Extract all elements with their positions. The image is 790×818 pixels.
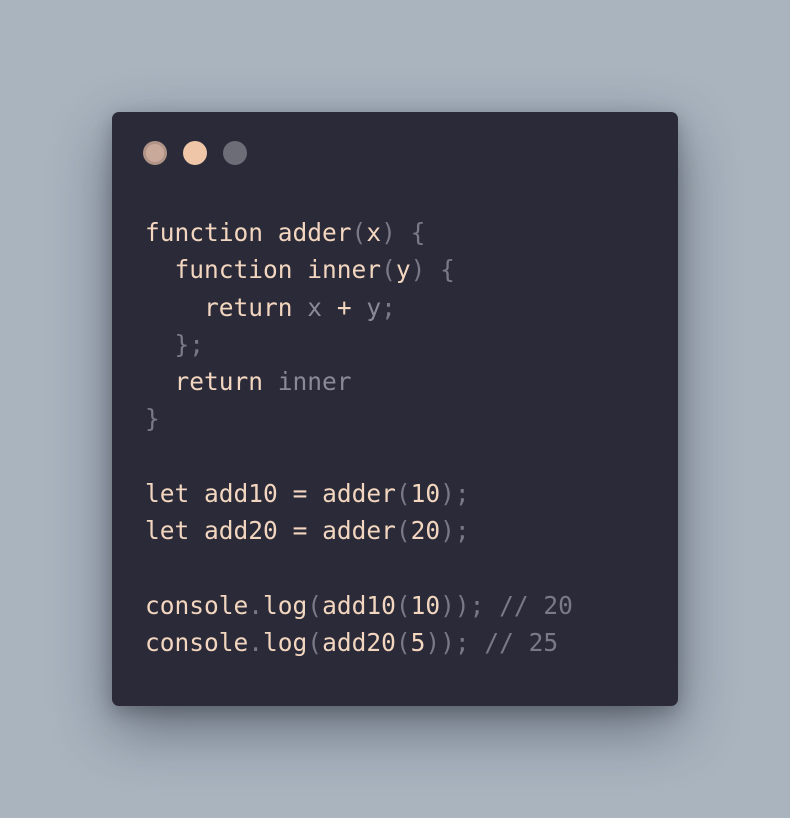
code-line: let add10 = adder(10); [145, 475, 573, 512]
code-line: console.log(add10(10)); // 20 [145, 587, 573, 624]
code-keyword: let [145, 479, 190, 509]
code-line: } [145, 400, 573, 437]
code-punctuation: )); [425, 628, 470, 658]
code-block: function adder(x) { function inner(y) { … [145, 214, 573, 662]
code-punctuation: ( [395, 628, 411, 658]
code-keyword: return [174, 367, 264, 397]
code-identifier: add20 [322, 628, 396, 658]
code-identifier: y [395, 255, 411, 285]
code-identifier: inner [307, 255, 382, 285]
code-line: return x + y; [145, 289, 573, 326]
code-identifier: y [366, 292, 382, 322]
code-line: let add20 = adder(20); [145, 512, 573, 549]
close-dot-icon[interactable] [143, 141, 167, 165]
code-number: 10 [410, 479, 441, 509]
code-keyword: let [145, 516, 190, 546]
code-keyword: function [145, 218, 264, 247]
code-punctuation: { [410, 218, 426, 247]
code-identifier: = [292, 516, 308, 546]
code-punctuation: ); [440, 479, 470, 509]
code-identifier: = [292, 479, 308, 509]
code-punctuation: ( [307, 628, 323, 658]
maximize-dot-icon[interactable] [223, 141, 247, 165]
code-punctuation: ) [381, 218, 396, 247]
code-punctuation: ( [395, 516, 411, 546]
code-identifier: add10 [322, 590, 396, 620]
code-identifier: adder [322, 516, 396, 546]
code-identifier: log [263, 590, 308, 620]
code-identifier: console [145, 590, 249, 620]
code-punctuation: ; [381, 292, 396, 322]
code-punctuation: ( [307, 590, 323, 620]
code-number: 10 [410, 590, 441, 620]
code-number: 20 [410, 516, 441, 546]
code-punctuation: { [440, 255, 455, 285]
code-identifier: log [263, 628, 308, 658]
code-identifier: add10 [204, 479, 278, 509]
code-line: console.log(add20(5)); // 25 [145, 624, 573, 661]
code-window: function adder(x) { function inner(y) { … [112, 112, 678, 706]
code-punctuation: . [248, 590, 264, 620]
code-number: 5 [410, 628, 426, 658]
code-identifier: inner [277, 367, 352, 397]
code-punctuation: ( [395, 590, 411, 620]
code-identifier: + [336, 292, 352, 322]
minimize-dot-icon[interactable] [183, 141, 207, 165]
code-punctuation: ( [351, 218, 367, 247]
code-identifier: x [307, 292, 323, 322]
code-punctuation: )); [440, 590, 485, 620]
code-punctuation: ) [410, 255, 426, 285]
code-comment: // 25 [484, 628, 559, 658]
code-keyword: return [204, 292, 293, 322]
code-punctuation: ); [440, 516, 470, 546]
code-keyword: function [174, 255, 293, 285]
code-identifier: x [366, 218, 382, 247]
code-line: }; [145, 326, 573, 363]
code-identifier: adder [277, 218, 352, 247]
code-punctuation: } [145, 404, 160, 434]
code-line: return inner [145, 363, 573, 400]
code-identifier: adder [322, 479, 396, 509]
code-line: function adder(x) { [145, 214, 573, 251]
window-controls [143, 141, 247, 165]
code-punctuation: . [248, 628, 264, 658]
code-identifier: console [145, 628, 249, 658]
code-line: function inner(y) { [145, 251, 573, 288]
code-punctuation: ( [395, 479, 411, 509]
code-punctuation: }; [174, 329, 205, 359]
code-punctuation: ( [381, 255, 396, 285]
code-identifier: add20 [204, 516, 278, 546]
code-comment: // 20 [499, 590, 573, 620]
